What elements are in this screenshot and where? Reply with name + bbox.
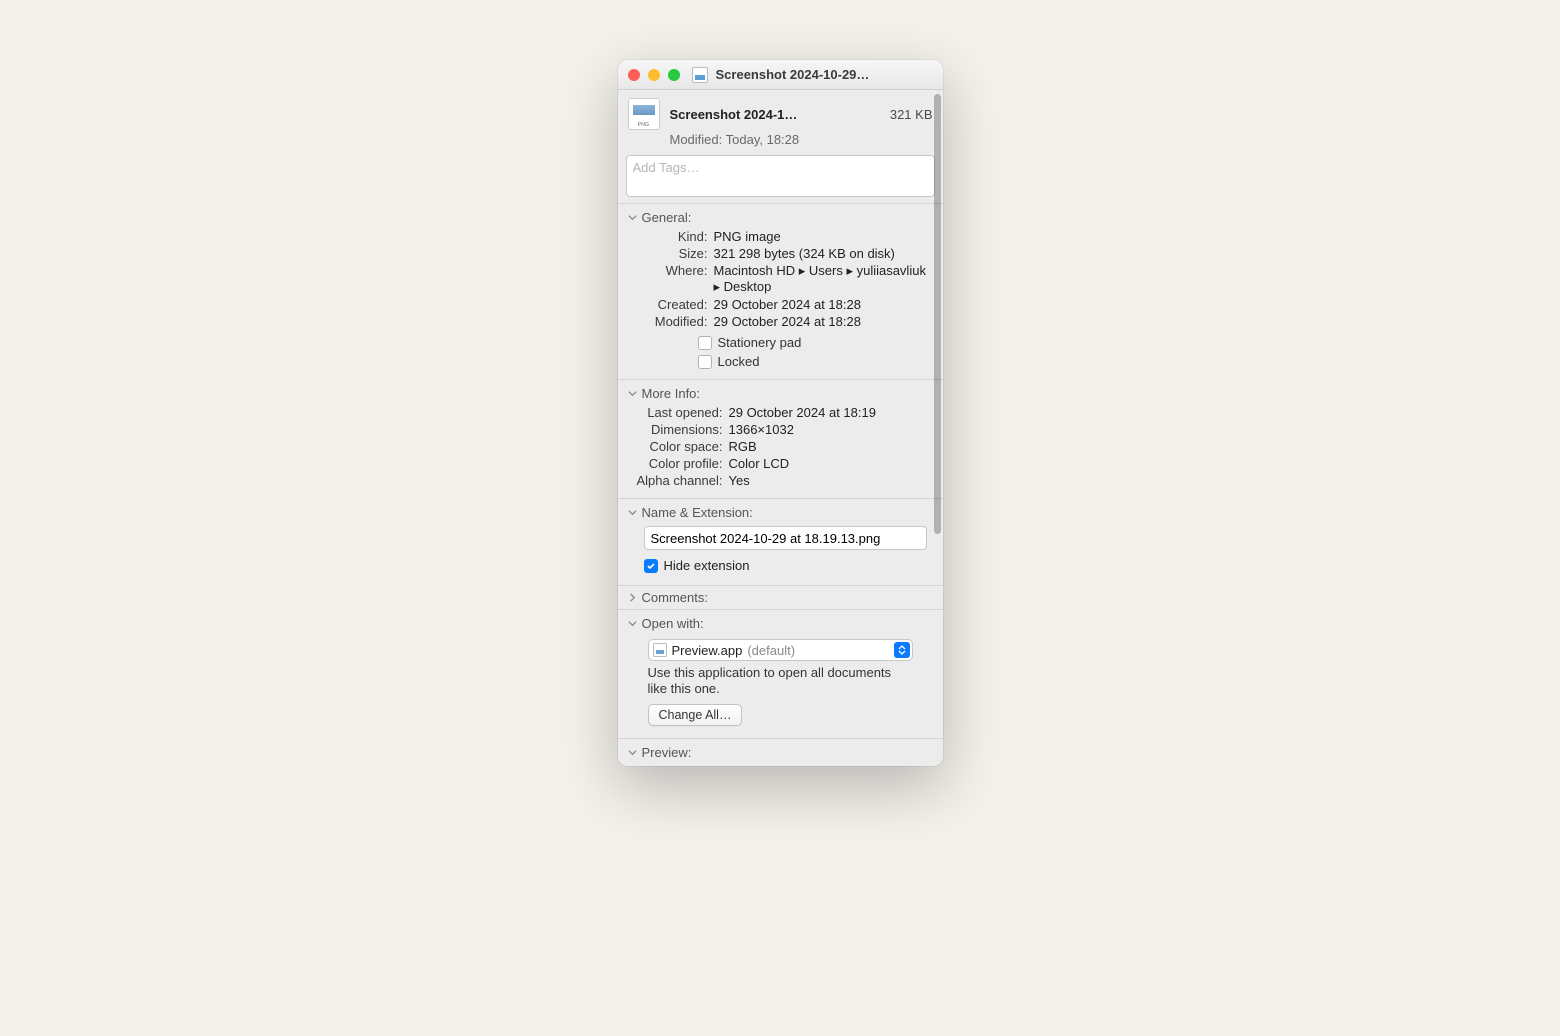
- colorspace-label: Color space:: [628, 439, 723, 454]
- minimize-button[interactable]: [648, 69, 660, 81]
- section-more-info: More Info: Last opened: 29 October 2024 …: [618, 379, 943, 498]
- stationery-pad-row[interactable]: Stationery pad: [698, 335, 933, 350]
- modified-label: Modified:: [628, 314, 708, 329]
- locked-row[interactable]: Locked: [698, 354, 933, 369]
- hide-extension-label: Hide extension: [664, 558, 750, 573]
- hide-extension-row[interactable]: Hide extension: [644, 558, 933, 573]
- chevron-down-icon: [628, 508, 638, 518]
- alpha-label: Alpha channel:: [628, 473, 723, 488]
- window-title: Screenshot 2024-10-29…: [716, 67, 933, 82]
- chevron-down-icon: [628, 389, 638, 399]
- colorspace-value: RGB: [729, 439, 933, 454]
- file-header: Screenshot 2024-1… 321 KB: [618, 90, 943, 134]
- section-title-comments: Comments:: [642, 590, 708, 605]
- chevron-down-icon: [628, 747, 638, 757]
- section-preview: Preview:: [618, 738, 943, 766]
- section-general: General: Kind: PNG image Size: 321 298 b…: [618, 203, 943, 379]
- chevron-down-icon: [628, 213, 638, 223]
- filename-input[interactable]: [644, 526, 927, 550]
- dimensions-value: 1366×1032: [729, 422, 933, 437]
- tags-field[interactable]: [626, 155, 935, 197]
- colorprofile-label: Color profile:: [628, 456, 723, 471]
- stationery-pad-label: Stationery pad: [718, 335, 802, 350]
- section-header-more-info[interactable]: More Info:: [618, 384, 943, 403]
- colorprofile-value: Color LCD: [729, 456, 933, 471]
- dimensions-label: Dimensions:: [628, 422, 723, 437]
- scrollbar[interactable]: [934, 94, 941, 534]
- locked-label: Locked: [718, 354, 760, 369]
- created-label: Created:: [628, 297, 708, 312]
- file-thumbnail-icon: [628, 98, 660, 130]
- select-arrows-icon: [894, 642, 910, 658]
- alpha-value: Yes: [729, 473, 933, 488]
- file-name: Screenshot 2024-1…: [670, 107, 880, 122]
- chevron-down-icon: [628, 619, 638, 629]
- section-header-preview[interactable]: Preview:: [618, 743, 943, 762]
- hide-extension-checkbox[interactable]: [644, 559, 658, 573]
- titlebar-file-icon: [692, 67, 708, 83]
- size-value: 321 298 bytes (324 KB on disk): [714, 246, 933, 261]
- zoom-button[interactable]: [668, 69, 680, 81]
- tags-input[interactable]: [633, 160, 928, 175]
- open-with-app-name: Preview.app: [672, 643, 743, 658]
- section-title-open-with: Open with:: [642, 616, 704, 631]
- stationery-pad-checkbox[interactable]: [698, 336, 712, 350]
- section-header-general[interactable]: General:: [618, 208, 943, 227]
- modified-label: Modified:: [670, 132, 723, 147]
- open-with-select[interactable]: Preview.app (default): [648, 639, 913, 661]
- change-all-button[interactable]: Change All…: [648, 704, 743, 726]
- locked-checkbox[interactable]: [698, 355, 712, 369]
- modified-line: Modified: Today, 18:28: [618, 132, 943, 155]
- size-label: Size:: [628, 246, 708, 261]
- titlebar[interactable]: Screenshot 2024-10-29…: [618, 60, 943, 90]
- section-header-open-with[interactable]: Open with:: [618, 614, 943, 633]
- section-title-name-ext: Name & Extension:: [642, 505, 753, 520]
- kind-label: Kind:: [628, 229, 708, 244]
- change-all-label: Change All…: [659, 708, 732, 722]
- last-opened-label: Last opened:: [628, 405, 723, 420]
- open-with-app-suffix: (default): [747, 643, 795, 658]
- get-info-window: Screenshot 2024-10-29… Screenshot 2024-1…: [618, 60, 943, 766]
- section-title-more-info: More Info:: [642, 386, 701, 401]
- preview-app-icon: [653, 643, 667, 657]
- section-title-general: General:: [642, 210, 692, 225]
- close-button[interactable]: [628, 69, 640, 81]
- section-comments: Comments:: [618, 585, 943, 609]
- section-header-name-ext[interactable]: Name & Extension:: [618, 503, 943, 522]
- section-open-with: Open with: Preview.app (default) Use thi…: [618, 609, 943, 738]
- modified-value: 29 October 2024 at 18:28: [714, 314, 933, 329]
- section-name-extension: Name & Extension: Hide extension: [618, 498, 943, 585]
- chevron-right-icon: [628, 593, 638, 603]
- kind-value: PNG image: [714, 229, 933, 244]
- section-header-comments[interactable]: Comments:: [618, 588, 943, 607]
- window-controls: [628, 69, 680, 81]
- where-label: Where:: [628, 263, 708, 295]
- content-area: Screenshot 2024-1… 321 KB Modified: Toda…: [618, 90, 943, 766]
- section-title-preview: Preview:: [642, 745, 692, 760]
- modified-value: Today, 18:28: [726, 132, 799, 147]
- open-with-hint: Use this application to open all documen…: [648, 665, 913, 698]
- created-value: 29 October 2024 at 18:28: [714, 297, 933, 312]
- last-opened-value: 29 October 2024 at 18:19: [729, 405, 933, 420]
- file-size: 321 KB: [890, 107, 933, 122]
- where-value: Macintosh HD ▸ Users ▸ yuliiasavliuk ▸ D…: [714, 263, 933, 295]
